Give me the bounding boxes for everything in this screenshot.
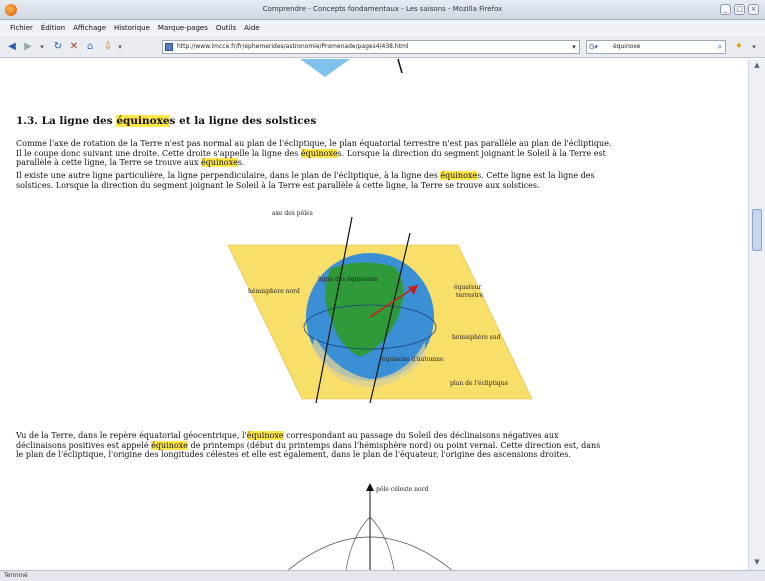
sky-shape [300,59,350,77]
axis-arrow-icon [366,483,374,491]
label-ligne-equinoxes: ligne des équinoxes [318,276,378,283]
menu-marque-pages[interactable]: Marque-pages [158,24,208,32]
download-icon[interactable]: ⇩ [102,41,114,53]
p1-text-c: s. Lorsque la direction du segment joign… [337,148,606,158]
earth-ecliptic-figure: axe des pôles hémisphère nord ligne des … [227,210,533,404]
search-engine-icon[interactable]: G▾ [589,42,609,52]
search-highlight: équinoxe [300,148,338,158]
status-text: Terminé [4,572,28,579]
p1-text-a: Comme l'axe de rotation de la Terre n'es… [16,139,612,148]
paragraph-2: Il existe une autre ligne particulière, … [16,171,746,190]
p3-text-a: Vu de la Terre, dans le repère équatoria… [16,431,247,440]
meridian-arc [369,516,395,570]
vertical-scrollbar[interactable]: ▲ ▼ [748,59,765,570]
scrollbar-thumb[interactable] [752,209,762,251]
heading-post: s et la ligne des solstices [169,115,317,127]
heading-pre: 1.3. La ligne des [16,115,117,127]
addon-icon[interactable]: ✦ [733,41,745,53]
maximize-button[interactable]: □ [734,4,745,15]
url-bar[interactable]: http://www.imcce.fr/fr/ephemerides/astro… [162,40,580,54]
url-text: http://www.imcce.fr/fr/ephemerides/astro… [177,43,409,50]
label-pole-celeste-nord: pôle céleste nord [376,486,429,493]
reload-icon[interactable]: ↻ [52,41,64,53]
download-dropdown-icon[interactable]: ▾ [114,41,126,53]
scroll-up-icon[interactable]: ▲ [752,61,762,71]
search-highlight: équinoxe [116,115,170,127]
celestial-sphere-figure: pôle céleste nord [287,483,453,570]
paragraph-3: Vu de la Terre, dans le repère équatoria… [16,431,746,460]
search-highlight: équinoxe [201,158,238,167]
search-highlight: équinoxe [440,171,478,180]
previous-figure-fragment [300,59,403,77]
page-content: 1.3. La ligne des équinoxes et la ligne … [0,59,748,570]
close-button[interactable]: × [748,4,759,15]
menu-edition[interactable]: Édition [41,24,65,32]
window-controls: _ □ × [720,4,759,15]
label-hemisphere-sud: hémisphère sud [452,334,501,341]
menu-fichier[interactable]: Fichier [10,24,33,32]
search-input[interactable]: équinoxe [613,43,640,50]
p2-text-a: Il existe une autre ligne particulière, … [16,171,441,180]
label-equateur: équateur [454,284,482,291]
p2-text-c: solstices. Lorsque la direction du segme… [16,180,540,190]
search-icon[interactable]: ⌕ [718,41,722,53]
p2-text-b: s. Cette ligne est la ligne des [477,171,595,180]
search-highlight: équinoxe [246,431,284,440]
url-dropdown-icon[interactable]: ▾ [568,36,580,58]
window-title: Comprendre - Concepts fondamentaux - Les… [262,5,503,13]
minimize-button[interactable]: _ [720,4,731,15]
p1-text-d: parallèle à cette ligne, la Terre se tro… [16,158,202,167]
label-terrestre: terrestre [456,292,484,299]
menu-aide[interactable]: Aide [244,24,259,32]
label-hemisphere-nord: hémisphère nord [248,288,300,295]
site-favicon-icon [165,43,173,51]
menu-affichage[interactable]: Affichage [73,24,106,32]
label-equinoxe-automne: équinoxe d'automne [382,356,444,363]
menu-outils[interactable]: Outils [216,24,236,32]
p3-text-b: correspondant au passage du Soleil des d… [283,431,559,440]
p3-text-d: de printemps (début du printemps dans l'… [187,440,601,450]
history-dropdown-icon[interactable]: ▾ [36,41,48,53]
p3-text-c: déclinaisons positives est appelé [16,440,152,450]
title-bar: Comprendre - Concepts fondamentaux - Les… [0,0,765,20]
meridian-arc [345,516,371,570]
back-arrow-icon[interactable]: ◀ [6,41,18,53]
paragraph-1: Comme l'axe de rotation de la Terre n'es… [16,139,746,168]
navigation-toolbar: ◀ ▶ ▾ ↻ ✕ ⌂ ⇩ ▾ http://www.imcce.fr/fr/e… [0,36,765,58]
section-heading: 1.3. La ligne des équinoxes et la ligne … [16,115,316,127]
menu-bar: Fichier Édition Affichage Historique Mar… [0,20,765,36]
p1-text-e: s. [237,158,245,167]
search-bar[interactable]: G▾ équinoxe ⌕ [586,40,726,54]
p3-text-e: le plan de l'écliptique, l'origine des l… [16,450,571,459]
addon-dropdown-icon[interactable]: ▾ [748,41,760,53]
home-icon[interactable]: ⌂ [84,41,96,53]
search-highlight: équinoxe [151,440,188,450]
menu-historique[interactable]: Historique [114,24,150,32]
forward-arrow-icon[interactable]: ▶ [22,41,34,53]
scroll-down-icon[interactable]: ▼ [752,558,762,568]
p1-text-b: Il le coupe donc suivant une droite. Cet… [16,148,301,158]
stop-icon[interactable]: ✕ [68,41,80,53]
axis-line [397,59,403,74]
status-bar: Terminé [0,570,765,581]
label-axe-des-poles: axe des pôles [272,210,313,217]
label-plan-ecliptique: plan de l'écliptique [450,380,509,387]
